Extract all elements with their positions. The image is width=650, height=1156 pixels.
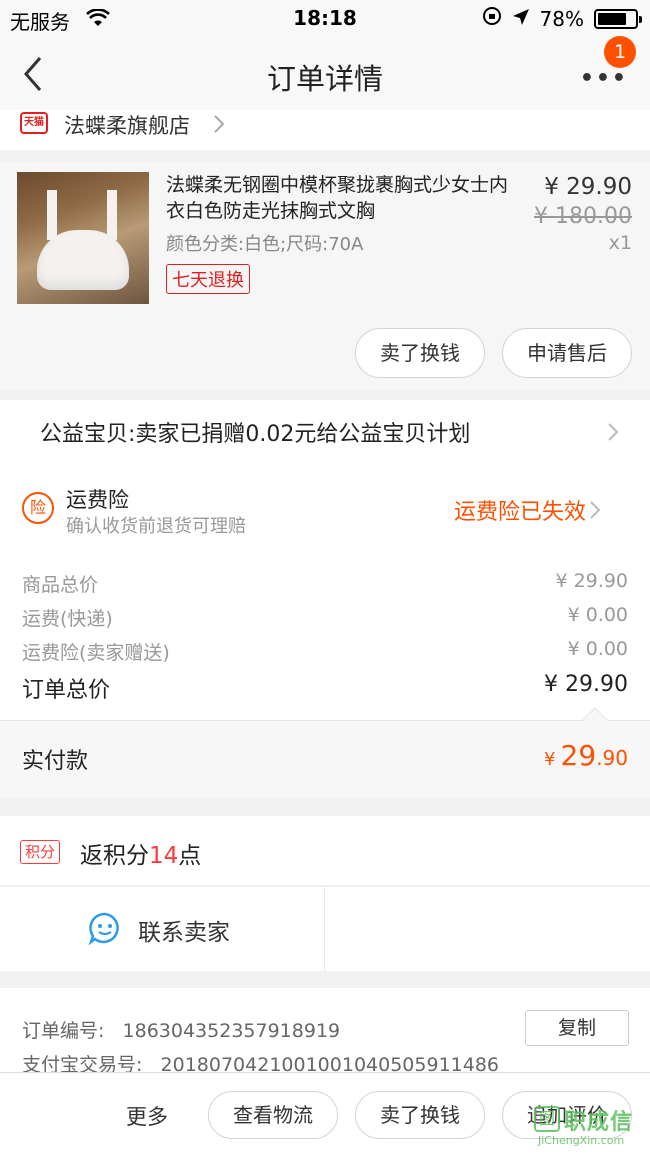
paid-decimal: .90 xyxy=(596,746,628,770)
order-number-line: 订单编号: 186304352357918919 xyxy=(22,1016,340,1043)
battery-percent: 78% xyxy=(539,6,584,31)
cost-value: ¥ 0.00 xyxy=(567,638,628,660)
chevron-right-icon xyxy=(588,498,602,526)
copy-button[interactable]: 复制 xyxy=(525,1010,629,1046)
points-row: 积分 返积分14点 xyxy=(0,816,650,886)
paid-currency: ¥ xyxy=(544,749,556,770)
after-sale-button[interactable]: 申请售后 xyxy=(502,328,632,378)
sell-for-cash-button[interactable]: 卖了换钱 xyxy=(355,328,485,378)
insurance-status: 运费险已失效 xyxy=(453,500,586,525)
charity-row[interactable]: 公益宝贝:卖家已捐赠0.02元给公益宝贝计划 xyxy=(0,400,650,464)
cost-row: 运费(快递) ¥ 0.00 xyxy=(22,604,628,631)
cost-label: 运费险(卖家赠送) xyxy=(22,642,170,664)
product-quantity: x1 xyxy=(608,232,632,254)
sell-for-cash-bottom-button[interactable]: 卖了换钱 xyxy=(355,1091,485,1139)
rotation-lock-icon xyxy=(482,6,502,31)
view-logistics-button[interactable]: 查看物流 xyxy=(208,1091,338,1139)
cost-row: 商品总价 ¥ 29.90 xyxy=(22,570,628,597)
original-price: ¥ 180.00 xyxy=(534,204,632,229)
order-total-label: 订单总价 xyxy=(22,678,111,703)
product-spec: 颜色分类:白色;尺码:70A xyxy=(166,234,364,255)
paid-amount: ¥ 29.90 xyxy=(544,739,628,772)
store-row[interactable]: 天猫 法蝶柔旗舰店 xyxy=(0,110,650,150)
insurance-title: 运费险 xyxy=(66,488,129,512)
watermark-url: JiChengXin.com xyxy=(538,1134,625,1147)
page-title: 订单详情 xyxy=(266,62,383,96)
alipay-number-label: 支付宝交易号: xyxy=(22,1054,143,1072)
order-total-value: ¥ 29.90 xyxy=(544,672,628,697)
location-arrow-icon xyxy=(512,7,530,31)
alipay-number-line: 支付宝交易号: 2018070421001001040505911486 xyxy=(22,1050,499,1072)
charity-text: 公益宝贝:卖家已捐赠0.02元给公益宝贝计划 xyxy=(40,422,471,447)
chevron-right-icon xyxy=(212,112,226,140)
product-title: 法蝶柔无钢圈中模杯聚拢裹胸式少女士内衣白色防走光抹胸式文胸 xyxy=(166,174,509,222)
cost-breakdown: 商品总价 ¥ 29.90 运费(快递) ¥ 0.00 运费险(卖家赠送) ¥ 0… xyxy=(0,554,650,720)
product-card[interactable]: 法蝶柔无钢圈中模杯聚拢裹胸式少女士内衣白色防走光抹胸式文胸 颜色分类:白色;尺码… xyxy=(0,162,650,390)
chat-bubble-icon xyxy=(88,911,122,946)
status-bar: 无服务 18:18 78% xyxy=(0,0,650,38)
cost-value: ¥ 29.90 xyxy=(555,570,628,592)
cost-row: 运费险(卖家赠送) ¥ 0.00 xyxy=(22,638,628,665)
order-number-value: 186304352357918919 xyxy=(122,1020,341,1042)
nav-bar: 订单详情 ••• 1 xyxy=(0,36,650,110)
cost-label: 商品总价 xyxy=(22,574,99,596)
points-text: 返积分14点 xyxy=(80,843,202,869)
product-thumbnail[interactable] xyxy=(17,172,149,304)
watermark-text: 职成信 xyxy=(564,1110,634,1135)
chevron-right-icon xyxy=(606,420,620,448)
battery-icon xyxy=(594,8,642,29)
return-policy-tag: 七天退换 xyxy=(166,264,250,294)
tmall-icon: 天猫 xyxy=(20,112,48,134)
order-number-label: 订单编号: xyxy=(22,1020,105,1042)
contact-seller-button[interactable]: 联系卖家 xyxy=(0,887,325,971)
insurance-subtitle: 确认收货前退货可理赔 xyxy=(66,516,246,537)
points-number: 14 xyxy=(149,843,179,869)
paid-integer: 29 xyxy=(560,739,597,772)
product-price: ¥ 29.90 xyxy=(544,174,632,200)
site-watermark: 图 职成信 JiChengXin.com xyxy=(534,1102,644,1150)
store-name: 法蝶柔旗舰店 xyxy=(64,114,190,138)
cost-value: ¥ 0.00 xyxy=(567,604,628,626)
contact-seller-label: 联系卖家 xyxy=(138,920,230,946)
shipping-insurance-row[interactable]: 险 运费险 确认收货前退货可理赔 运费险已失效 xyxy=(0,464,650,554)
watermark-logo-icon: 图 xyxy=(534,1106,560,1132)
contact-row: 联系卖家 xyxy=(0,887,650,971)
order-total-row: 订单总价 ¥ 29.90 xyxy=(22,672,628,704)
paid-label: 实付款 xyxy=(22,749,89,774)
order-info: 订单编号: 186304352357918919 复制 支付宝交易号: 2018… xyxy=(0,988,650,1072)
more-menu-button[interactable]: ••• xyxy=(580,66,628,91)
paid-amount-row: 实付款 ¥ 29.90 xyxy=(0,707,650,798)
insurance-icon: 险 xyxy=(22,492,54,524)
more-actions-button[interactable]: 更多 xyxy=(126,1101,168,1131)
points-tag: 积分 xyxy=(20,840,61,864)
alipay-number-value: 2018070421001001040505911486 xyxy=(160,1054,500,1072)
notification-badge: 1 xyxy=(604,36,636,68)
cost-label: 运费(快递) xyxy=(22,608,113,630)
